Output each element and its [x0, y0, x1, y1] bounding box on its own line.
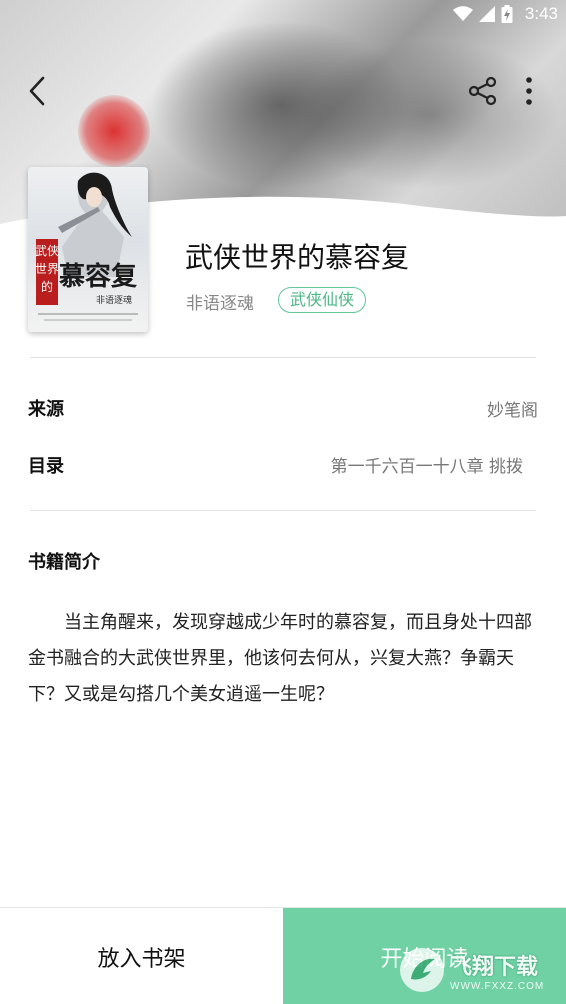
more-vertical-icon: [526, 77, 532, 105]
toc-latest-chapter: 第一千六百一十八章 挑拨: [330, 457, 523, 477]
cover-illustration: 武侠 世界 的 慕容复 非语逐魂: [35, 172, 138, 321]
watermark-name: 飞翔下载: [450, 954, 539, 980]
status-bar: 3:43: [0, 0, 566, 30]
red-sun-decoration: [78, 95, 150, 167]
source-label: 来源: [28, 399, 64, 420]
cellular-signal-icon: [478, 6, 495, 22]
toc-label: 目录: [28, 456, 64, 477]
cover-title-small: 武侠: [35, 244, 59, 258]
svg-text:世界: 世界: [35, 262, 59, 276]
book-author[interactable]: 非语逐魂: [186, 289, 254, 314]
ink-blot-decoration: [300, 40, 560, 190]
share-icon: [468, 76, 497, 106]
svg-text:的: 的: [41, 279, 53, 294]
intro-heading: 书籍简介: [28, 552, 100, 573]
genre-tag[interactable]: 武侠仙侠: [278, 287, 367, 313]
status-time: 3:43: [524, 4, 558, 23]
chevron-left-icon: [29, 76, 45, 106]
watermark-url: WWW.FXXZ.COM: [450, 980, 545, 992]
divider: [30, 357, 536, 358]
cover-author: 非语逐魂: [96, 294, 132, 306]
share-button[interactable]: [466, 74, 500, 108]
wifi-icon: [452, 6, 473, 21]
back-button[interactable]: [20, 72, 54, 110]
divider: [30, 510, 536, 511]
more-options-button[interactable]: [516, 74, 542, 108]
battery-charging-icon: [501, 5, 513, 23]
book-title: 武侠世界的慕容复: [185, 241, 410, 274]
watermark-logo-icon: [400, 948, 444, 992]
cover-title-big: 慕容复: [59, 261, 138, 292]
watermark: 飞翔下载 WWW.FXXZ.COM: [400, 942, 560, 998]
book-cover-image[interactable]: 武侠 世界 的 慕容复 非语逐魂: [28, 167, 148, 332]
add-to-shelf-button[interactable]: 放入书架: [0, 908, 283, 1004]
intro-text: 当主角醒来，发现穿越成少年时的慕容复，而且身处十四部金书融合的大武侠世界里，他该…: [28, 612, 532, 705]
source-value: 妙笔阁: [487, 401, 538, 421]
